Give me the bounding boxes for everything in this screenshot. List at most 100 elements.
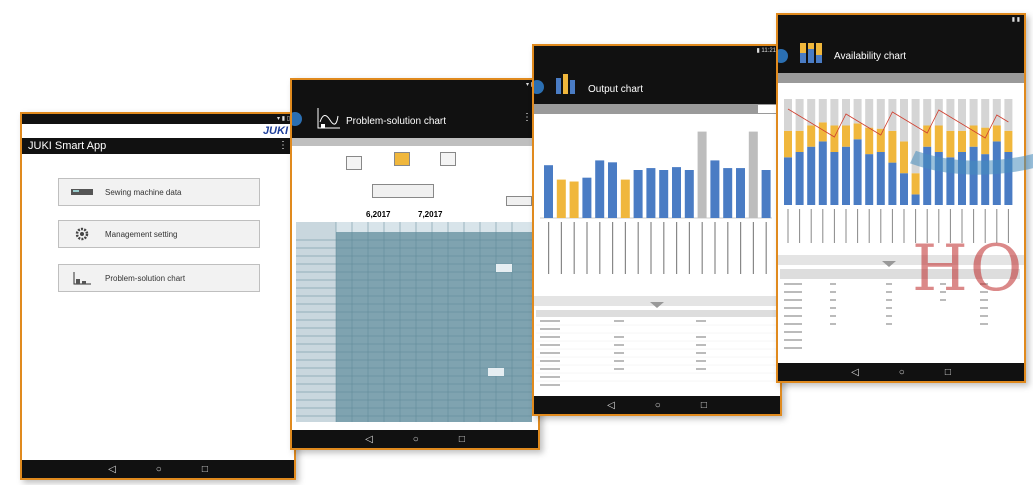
back-circle-icon[interactable] bbox=[778, 49, 788, 63]
recents-icon[interactable]: □ bbox=[945, 367, 951, 378]
back-icon[interactable]: ◁ bbox=[851, 367, 859, 378]
x-tick-label bbox=[880, 209, 882, 243]
recents-icon[interactable]: □ bbox=[701, 400, 707, 411]
back-icon[interactable]: ◁ bbox=[108, 464, 116, 475]
stacked-bar-segment bbox=[888, 130, 897, 163]
chart-icon bbox=[59, 270, 105, 286]
stacked-bar-segment bbox=[969, 99, 978, 126]
x-tick-label bbox=[765, 222, 767, 274]
stacked-bar-segment bbox=[784, 157, 792, 205]
overflow-menu-icon[interactable]: ⋮ bbox=[522, 112, 532, 123]
period-select-button[interactable] bbox=[372, 184, 434, 198]
overflow-menu-icon[interactable]: ⋮ bbox=[278, 138, 288, 154]
chart-icon bbox=[317, 108, 340, 129]
back-icon[interactable]: ◁ bbox=[365, 434, 373, 445]
tablet-problem-solution: ▾ ▮ Problem-solution chart ⋮ 6,2017 7,20… bbox=[290, 78, 540, 450]
stacked-bar-segment bbox=[958, 152, 966, 205]
x-tick-label bbox=[996, 209, 998, 243]
stacked-bar-segment bbox=[830, 99, 839, 126]
home-icon[interactable]: ○ bbox=[156, 464, 162, 475]
status-bar: ▾ ▮ ▯ bbox=[22, 114, 294, 124]
stacked-bar-segment bbox=[853, 139, 862, 205]
x-tick-label bbox=[752, 222, 754, 274]
status-bar: ▾ ▮ bbox=[292, 80, 538, 90]
stacked-bar-segment bbox=[923, 146, 932, 205]
problem-solution-chart-button[interactable]: Problem-solution chart bbox=[58, 264, 260, 292]
stacked-bar-segment bbox=[865, 127, 874, 155]
stacked-bar-segment bbox=[900, 99, 908, 142]
stacked-bar-segment bbox=[795, 130, 804, 152]
x-tick-label bbox=[714, 222, 716, 274]
screen-title: Problem-solution chart bbox=[346, 116, 447, 127]
x-tick-label bbox=[612, 222, 614, 274]
stacked-bar-segment bbox=[876, 99, 885, 129]
x-tick-label bbox=[938, 209, 940, 243]
x-tick-label bbox=[586, 222, 588, 274]
small-action-button[interactable] bbox=[506, 196, 532, 206]
output-bar bbox=[761, 170, 771, 218]
stacked-bar-segment bbox=[992, 125, 1001, 142]
stacked-bar-segment bbox=[923, 99, 932, 126]
stacked-bar-segment bbox=[934, 125, 943, 152]
tablet-availability-chart: ▮ ▮ Availability chart ◁ ○ □ bbox=[776, 13, 1026, 383]
stacked-bar-segment bbox=[969, 125, 978, 147]
expand-toggle[interactable] bbox=[778, 255, 1024, 267]
stacked-bar-segment bbox=[865, 99, 874, 128]
back-circle-icon[interactable] bbox=[292, 112, 302, 126]
recents-icon[interactable]: □ bbox=[202, 464, 208, 475]
back-icon[interactable]: ◁ bbox=[607, 400, 615, 411]
stacked-bar-segment bbox=[900, 173, 908, 205]
stacked-bar-segment bbox=[981, 99, 990, 128]
recents-icon[interactable]: □ bbox=[459, 434, 465, 445]
x-tick-label bbox=[688, 222, 690, 274]
button-label: Problem-solution chart bbox=[105, 273, 186, 283]
x-tick-label bbox=[740, 222, 742, 274]
filter-bar bbox=[778, 73, 1024, 83]
home-icon[interactable]: ○ bbox=[655, 400, 661, 411]
stacked-bar-segment bbox=[934, 99, 943, 126]
output-bar bbox=[595, 160, 605, 218]
stacked-bar-segment bbox=[784, 99, 792, 131]
stacked-bar-segment bbox=[923, 125, 932, 147]
x-tick-label bbox=[599, 222, 601, 274]
x-tick-label bbox=[663, 222, 665, 274]
output-bar bbox=[646, 168, 656, 218]
stacked-bar-segment bbox=[911, 194, 920, 205]
option-button-3[interactable] bbox=[440, 152, 456, 166]
output-bar bbox=[608, 162, 617, 218]
output-bar bbox=[569, 181, 579, 218]
output-bar bbox=[556, 179, 566, 218]
stacked-bar-segment bbox=[888, 99, 897, 131]
management-setting-button[interactable]: Management setting bbox=[58, 220, 260, 248]
home-icon[interactable]: ○ bbox=[413, 434, 419, 445]
x-tick-label bbox=[810, 209, 812, 243]
home-icon[interactable]: ○ bbox=[899, 367, 905, 378]
x-tick-label bbox=[727, 222, 729, 274]
filter-button[interactable] bbox=[758, 105, 776, 113]
sewing-machine-data-button[interactable]: Sewing machine data bbox=[58, 178, 260, 206]
stacked-bar-segment bbox=[795, 99, 804, 131]
x-tick-label bbox=[787, 209, 789, 243]
option-button-2[interactable] bbox=[394, 152, 410, 166]
expand-toggle[interactable] bbox=[534, 296, 780, 308]
output-bar bbox=[659, 170, 669, 218]
output-bar bbox=[684, 170, 694, 218]
month-label: 6,2017 bbox=[366, 210, 391, 219]
stacked-bar-segment bbox=[807, 125, 816, 147]
stacked-bar-segment bbox=[934, 152, 943, 205]
stacked-bar-segment bbox=[876, 128, 885, 152]
stacked-bar-segment bbox=[888, 162, 897, 205]
option-button-1[interactable] bbox=[346, 156, 362, 170]
back-circle-icon[interactable] bbox=[534, 80, 544, 94]
stacked-bar-segment bbox=[830, 125, 839, 152]
problem-grid bbox=[296, 222, 532, 422]
stacked-bar-segment bbox=[992, 141, 1001, 205]
month-label: 7,2017 bbox=[418, 210, 443, 219]
stacked-bar-segment bbox=[946, 157, 955, 205]
nav-bar: ◁ ○ □ bbox=[534, 396, 780, 414]
x-tick-label bbox=[573, 222, 575, 274]
stacked-bar-segment bbox=[853, 123, 862, 140]
app-bar: Output chart bbox=[534, 56, 780, 104]
x-tick-label bbox=[857, 209, 859, 243]
x-tick-label bbox=[903, 209, 905, 243]
